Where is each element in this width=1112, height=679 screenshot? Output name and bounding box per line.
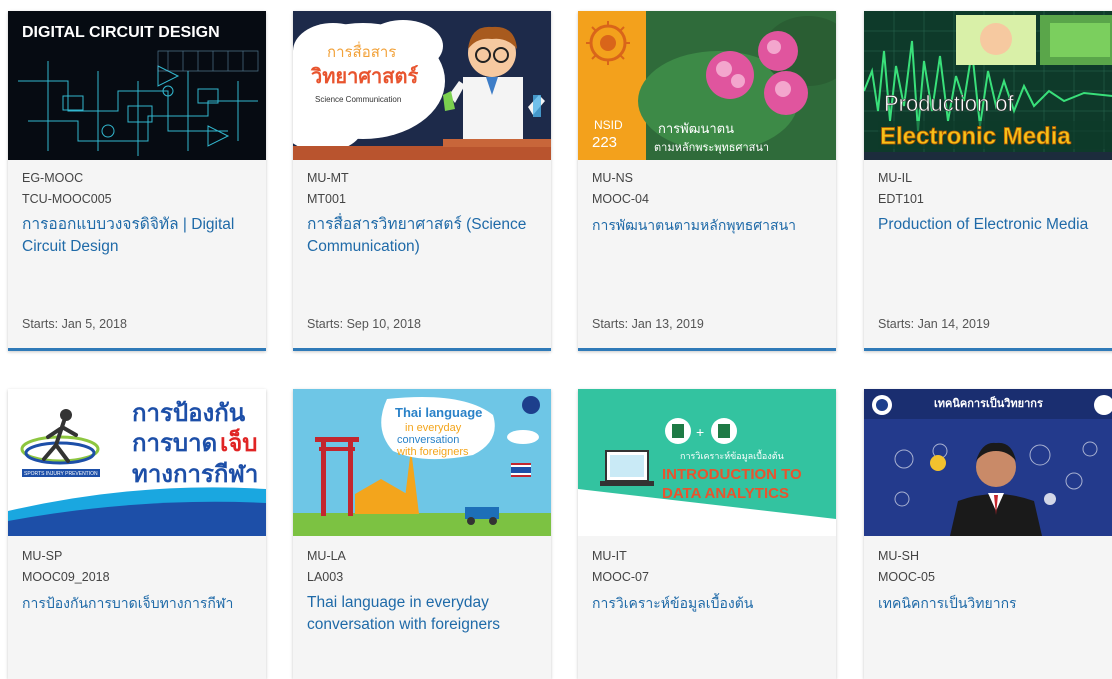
course-card-speaker-techniques[interactable]: เทคนิคการเป็นวิทยากร MU-SH MOOC-05 เทคนิ… [864, 389, 1112, 679]
svg-text:with foreigners: with foreigners [396, 446, 469, 458]
svg-text:เจ็บ: เจ็บ [220, 428, 258, 457]
runner-thumbnail: SPORTS INJURY PREVENTION การป้องกัน การบ… [8, 389, 266, 536]
course-start-date: Starts: Jan 14, 2019 [878, 317, 990, 331]
course-org: EG-MOOC [22, 171, 84, 185]
course-card-sports-injury[interactable]: SPORTS INJURY PREVENTION การป้องกัน การบ… [8, 389, 266, 679]
course-title-link[interactable]: Thai language in everyday conversation w… [307, 592, 539, 636]
lotus-thumbnail: NSID 223 การพัฒนาตน ตามหลักพระพุทธศาสนา [578, 11, 836, 160]
svg-text:in everyday: in everyday [405, 422, 462, 434]
course-title-link[interactable]: การวิเคราะห์ข้อมูลเบื้องต้น [592, 592, 824, 614]
laptop-analytics-thumbnail: + การวิเคราะห์ข้อมูลเบื้องต้น INTRODUCTI… [578, 389, 836, 536]
svg-text:INTRODUCTION TO: INTRODUCTION TO [662, 466, 802, 483]
waveform-thumbnail: Production of Electronic Media [864, 11, 1112, 160]
svg-text:การสื่อสาร: การสื่อสาร [327, 41, 396, 61]
svg-text:Thai language: Thai language [395, 405, 482, 420]
course-card-digital-circuit[interactable]: DIGITAL CIRCUIT DESIGN EG-MOOC TCU-MOOC0… [8, 11, 266, 351]
course-thumbnail[interactable]: Thai language in everyday conversation w… [293, 389, 551, 536]
course-thumbnail[interactable]: Production of Electronic Media [864, 11, 1112, 160]
course-org: MU-IT [592, 549, 627, 563]
course-title-link[interactable]: เทคนิคการเป็นวิทยากร [878, 592, 1110, 614]
speaker-thumbnail: เทคนิคการเป็นวิทยากร [864, 389, 1112, 536]
course-thumbnail[interactable]: DIGITAL CIRCUIT DESIGN [8, 11, 266, 160]
svg-text:NSID: NSID [594, 118, 623, 132]
course-thumbnail[interactable]: NSID 223 การพัฒนาตน ตามหลักพระพุทธศาสนา [578, 11, 836, 160]
svg-text:วิทยาศาสตร์: วิทยาศาสตร์ [310, 65, 418, 88]
svg-text:ทางการกีฬา: ทางการกีฬา [132, 461, 258, 488]
course-card-science-communication[interactable]: การสื่อสาร วิทยาศาสตร์ Science Communica… [293, 11, 551, 351]
svg-text:SPORTS INJURY PREVENTION: SPORTS INJURY PREVENTION [24, 471, 98, 477]
course-number: MOOC-04 [592, 192, 649, 206]
svg-text:Production of: Production of [884, 91, 1015, 116]
course-number: MT001 [307, 192, 346, 206]
course-number: MOOC09_2018 [22, 570, 110, 584]
course-title-link[interactable]: การออกแบบวงจรดิจิทัล | Digital Circuit D… [22, 214, 254, 258]
course-org: MU-SH [878, 549, 919, 563]
course-card-electronic-media[interactable]: Production of Electronic Media MU-IL EDT… [864, 11, 1112, 351]
course-title-link[interactable]: การพัฒนาตนตามหลักพุทธศาสนา [592, 214, 824, 236]
course-card-data-analytics[interactable]: + การวิเคราะห์ข้อมูลเบื้องต้น INTRODUCTI… [578, 389, 836, 679]
course-thumbnail[interactable]: SPORTS INJURY PREVENTION การป้องกัน การบ… [8, 389, 266, 536]
thumbnail-title: DIGITAL CIRCUIT DESIGN [22, 24, 220, 41]
course-org: MU-IL [878, 171, 913, 185]
course-number: LA003 [307, 570, 344, 584]
course-thumbnail[interactable]: การสื่อสาร วิทยาศาสตร์ Science Communica… [293, 11, 551, 160]
course-card-self-development[interactable]: NSID 223 การพัฒนาตน ตามหลักพระพุทธศาสนา … [578, 11, 836, 351]
svg-text:Science Communication: Science Communication [315, 95, 401, 104]
svg-text:+: + [696, 424, 704, 440]
course-title-link[interactable]: การป้องกันการบาดเจ็บทางการกีฬา [22, 592, 254, 614]
course-title-link[interactable]: Production of Electronic Media [878, 214, 1110, 236]
svg-text:223: 223 [592, 134, 617, 151]
course-org: MU-LA [307, 549, 346, 563]
svg-text:การวิเคราะห์ข้อมูลเบื้องต้น: การวิเคราะห์ข้อมูลเบื้องต้น [680, 449, 784, 462]
course-thumbnail[interactable]: เทคนิคการเป็นวิทยากร [864, 389, 1112, 536]
svg-text:การป้องกัน: การป้องกัน [132, 400, 246, 427]
scientist-thumbnail: การสื่อสาร วิทยาศาสตร์ Science Communica… [293, 11, 551, 160]
course-start-date: Starts: Jan 5, 2018 [22, 317, 127, 331]
svg-text:ตามหลักพระพุทธศาสนา: ตามหลักพระพุทธศาสนา [654, 142, 769, 154]
svg-text:การบาด: การบาด [132, 430, 217, 457]
course-start-date: Starts: Jan 13, 2019 [592, 317, 704, 331]
course-org: MU-NS [592, 171, 633, 185]
course-number: MOOC-07 [592, 570, 649, 584]
svg-text:Electronic Media: Electronic Media [880, 123, 1071, 150]
course-start-date: Starts: Sep 10, 2018 [307, 317, 421, 331]
svg-text:DATA ANALYTICS: DATA ANALYTICS [662, 485, 789, 502]
thai-temple-thumbnail: Thai language in everyday conversation w… [293, 389, 551, 536]
circuit-diagram-thumbnail: DIGITAL CIRCUIT DESIGN [8, 11, 266, 160]
course-org: MU-SP [22, 549, 63, 563]
course-number: TCU-MOOC005 [22, 192, 112, 206]
course-number: MOOC-05 [878, 570, 935, 584]
svg-text:conversation: conversation [397, 434, 459, 446]
course-title-link[interactable]: การสื่อสารวิทยาศาสตร์ (Science Communica… [307, 214, 539, 258]
course-thumbnail[interactable]: + การวิเคราะห์ข้อมูลเบื้องต้น INTRODUCTI… [578, 389, 836, 536]
course-org: MU-MT [307, 171, 349, 185]
course-number: EDT101 [878, 192, 924, 206]
svg-text:การพัฒนาตน: การพัฒนาตน [658, 121, 734, 136]
svg-text:เทคนิคการเป็นวิทยากร: เทคนิคการเป็นวิทยากร [934, 396, 1043, 410]
course-card-thai-language[interactable]: Thai language in everyday conversation w… [293, 389, 551, 679]
